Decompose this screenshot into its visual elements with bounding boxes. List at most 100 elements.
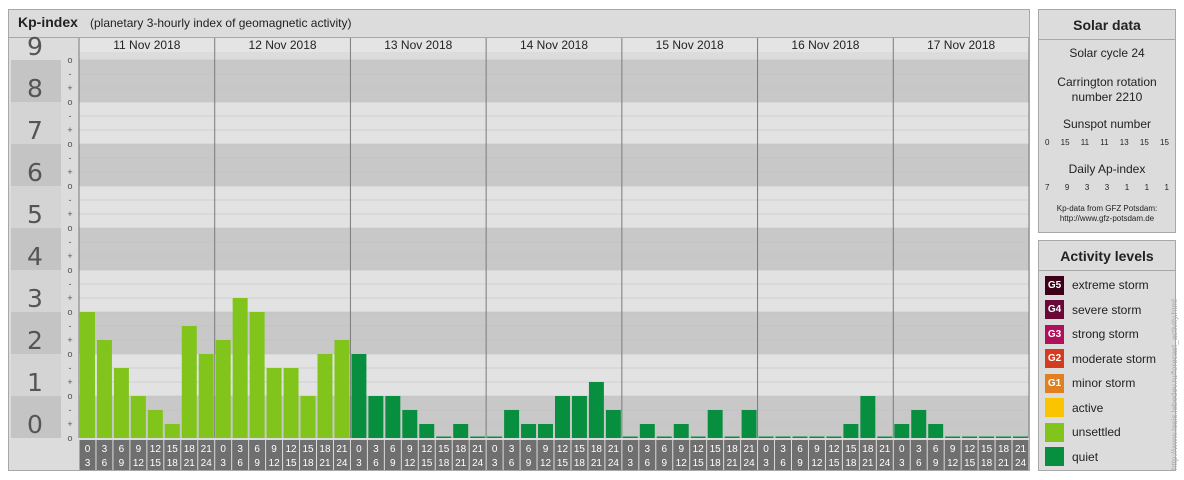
credit-line1: Kp-data from GFZ Potsdam: — [1056, 204, 1158, 213]
y-tick-label: 9 — [27, 32, 43, 61]
interval-end-label: 3 — [492, 458, 498, 469]
interval-end-label: 18 — [438, 458, 450, 469]
legend-item-extreme-storm: G5 extreme storm — [1045, 275, 1149, 295]
interval-start-label: 0 — [356, 444, 362, 455]
kp-bar — [198, 354, 214, 438]
interval-start-label: 18 — [591, 444, 603, 455]
interval-start-label: 9 — [950, 444, 956, 455]
ap-value-2: 3 — [1084, 183, 1090, 192]
interval-start-label: 12 — [421, 444, 433, 455]
interval-end-label: 3 — [899, 458, 905, 469]
legend-label: quiet — [1072, 449, 1099, 464]
interval-end-label: 12 — [676, 458, 688, 469]
interval-start-label: 15 — [302, 444, 314, 455]
kp-bar — [266, 367, 282, 438]
sunspot-value-3: 11 — [1100, 138, 1109, 147]
interval-start-label: 21 — [472, 444, 484, 455]
ap-value-3: 3 — [1104, 183, 1110, 192]
interval-end-label: 9 — [661, 458, 667, 469]
interval-start-label: 21 — [1015, 444, 1027, 455]
kp-bar — [775, 436, 791, 438]
interval-end-label: 15 — [693, 458, 705, 469]
interval-start-label: 18 — [184, 444, 196, 455]
kp-bar-chart: 0123456789o+-o+-o+-o+-o+-o+-o+-o+-o+-o11… — [9, 32, 1029, 470]
activity-levels-panel: Activity levels G5 extreme storm G4 severe … — [1038, 240, 1176, 471]
y-minor-tick: - — [69, 363, 72, 373]
legend-item-severe-storm: G4 severe storm — [1045, 300, 1141, 320]
interval-start-label: 21 — [201, 444, 213, 455]
interval-end-label: 6 — [102, 458, 108, 469]
interval-end-label: 12 — [811, 458, 823, 469]
kp-bar — [232, 298, 248, 438]
interval-end-label: 18 — [981, 458, 993, 469]
interval-end-label: 18 — [710, 458, 722, 469]
interval-start-label: 18 — [998, 444, 1010, 455]
interval-start-label: 15 — [438, 444, 450, 455]
y-minor-tick: o — [67, 55, 72, 65]
interval-end-label: 15 — [557, 458, 569, 469]
y-minor-tick: + — [67, 293, 72, 303]
y-minor-tick: - — [69, 69, 72, 79]
ap-value-1: 9 — [1064, 183, 1070, 192]
interval-start-label: 12 — [557, 444, 569, 455]
sunspot-title: Sunspot number — [1062, 117, 1152, 131]
kp-bar — [130, 396, 146, 438]
interval-end-label: 9 — [390, 458, 396, 469]
interval-start-label: 15 — [167, 444, 179, 455]
kp-bar — [656, 436, 672, 438]
interval-end-label: 6 — [780, 458, 786, 469]
interval-start-label: 9 — [543, 444, 549, 455]
sunspot-value-5: 15 — [1139, 138, 1149, 147]
interval-start-label: 0 — [492, 444, 498, 455]
legend-item-unsettled: unsettled — [1045, 422, 1121, 442]
y-minor-tick: o — [67, 223, 72, 233]
interval-start-label: 0 — [85, 444, 91, 455]
interval-start-label: 3 — [373, 444, 379, 455]
credit-link[interactable]: http://www.gfz-potsdam.de — [1039, 214, 1175, 224]
interval-end-label: 24 — [608, 458, 620, 469]
interval-end-label: 24 — [336, 458, 348, 469]
interval-start-label: 6 — [661, 444, 667, 455]
plot-band — [79, 60, 1029, 102]
interval-start-label: 21 — [879, 444, 891, 455]
kp-bar — [538, 424, 553, 438]
sunspot-value-1: 15 — [1060, 138, 1070, 147]
legend-label: extreme storm — [1072, 278, 1149, 292]
legend-label: severe storm — [1072, 302, 1142, 317]
interval-start-label: 21 — [744, 444, 756, 455]
kp-bar — [402, 409, 418, 438]
legend-swatch: G1 — [1045, 373, 1064, 393]
kp-bar — [300, 396, 316, 438]
kp-bar — [894, 424, 910, 438]
y-tick-label: 8 — [27, 74, 43, 103]
activity-levels-title: Activity levels — [1060, 248, 1154, 264]
plot-band — [79, 270, 1029, 312]
interval-end-label: 12 — [133, 458, 145, 469]
y-minor-tick: - — [69, 111, 72, 121]
kp-bar — [470, 436, 486, 438]
interval-end-label: 12 — [404, 458, 416, 469]
y-tick-label: 1 — [27, 368, 43, 397]
kp-bar — [147, 409, 163, 438]
plot-band — [79, 228, 1029, 270]
plot-band — [79, 144, 1029, 186]
interval-start-label: 18 — [727, 444, 739, 455]
kp-bar — [928, 424, 944, 438]
kp-bar — [741, 409, 757, 438]
ap-index-title: Daily Ap-index — [1068, 162, 1146, 176]
interval-start-label: 15 — [981, 444, 993, 455]
interval-start-label: 15 — [574, 444, 586, 455]
kp-bar — [215, 340, 231, 438]
kp-bar — [453, 424, 469, 438]
kp-bar — [945, 436, 961, 438]
kp-bar — [487, 436, 503, 438]
kp-bar — [96, 340, 112, 438]
sunspot-value-2: 11 — [1080, 138, 1090, 147]
ap-value-5: 1 — [1144, 183, 1150, 192]
interval-end-label: 15 — [421, 458, 433, 469]
interval-end-label: 9 — [254, 458, 260, 469]
interval-start-label: 21 — [336, 444, 348, 455]
y-minor-tick: o — [67, 307, 72, 317]
interval-start-label: 3 — [645, 444, 651, 455]
sunspot-value-4: 13 — [1119, 138, 1129, 147]
